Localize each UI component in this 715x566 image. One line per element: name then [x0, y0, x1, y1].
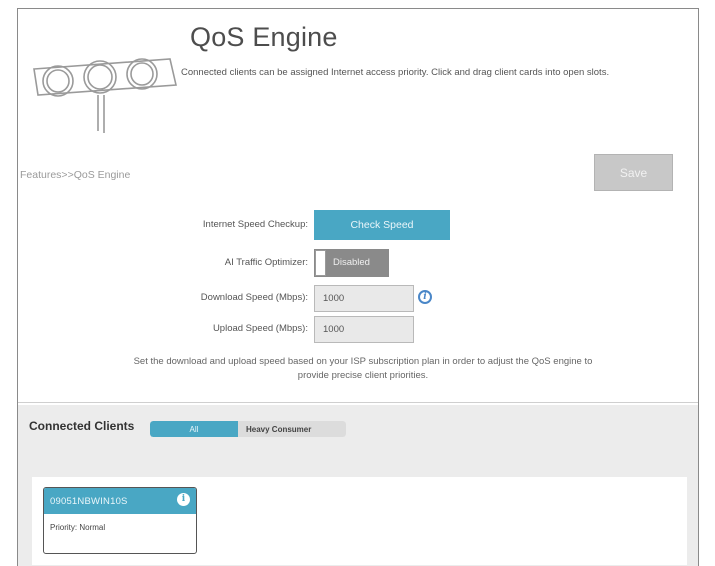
- toggle-knob[interactable]: [315, 250, 326, 276]
- filter-all-tab[interactable]: All: [150, 421, 238, 437]
- upload-speed-field[interactable]: 1000: [314, 316, 414, 343]
- speed-note: Set the download and upload speed based …: [133, 356, 593, 381]
- toggle-state: Disabled: [333, 257, 370, 268]
- download-speed-field[interactable]: 1000: [314, 285, 414, 312]
- page-title: QoS Engine: [190, 22, 338, 52]
- download-speed-label: Download Speed (Mbps):: [200, 292, 308, 303]
- info-icon[interactable]: i: [418, 290, 432, 304]
- client-card[interactable]: 09051NBWIN10S i Priority: Normal: [43, 487, 197, 554]
- clients-title: Connected Clients: [29, 419, 135, 433]
- section-divider: [18, 402, 698, 403]
- speed-checkup-label: Internet Speed Checkup:: [202, 219, 308, 230]
- client-card-header: 09051NBWIN10S i: [44, 488, 196, 514]
- ai-optimizer-label: AI Traffic Optimizer:: [224, 257, 308, 268]
- traffic-lights-logo: [33, 58, 177, 133]
- qos-engine-page: QoS Engine Connected clients can be assi…: [17, 8, 699, 566]
- ai-optimizer-toggle[interactable]: Disabled: [314, 249, 389, 277]
- check-speed-button[interactable]: Check Speed: [314, 210, 450, 240]
- breadcrumb[interactable]: Features>>QoS Engine: [20, 169, 130, 181]
- client-priority: Priority: Normal: [50, 523, 106, 532]
- filter-heavy-consumer-tab[interactable]: Heavy Consumer: [238, 421, 346, 437]
- connected-clients-section: Connected Clients All Heavy Consumer 090…: [18, 405, 698, 566]
- client-filter: All Heavy Consumer: [150, 421, 346, 437]
- client-name: 09051NBWIN10S: [50, 496, 128, 507]
- client-slot-area[interactable]: 09051NBWIN10S i Priority: Normal: [32, 477, 687, 565]
- page-description: Connected clients can be assigned Intern…: [181, 67, 610, 78]
- upload-speed-label: Upload Speed (Mbps):: [212, 323, 308, 334]
- info-icon[interactable]: i: [177, 493, 190, 506]
- save-button[interactable]: Save: [594, 154, 673, 191]
